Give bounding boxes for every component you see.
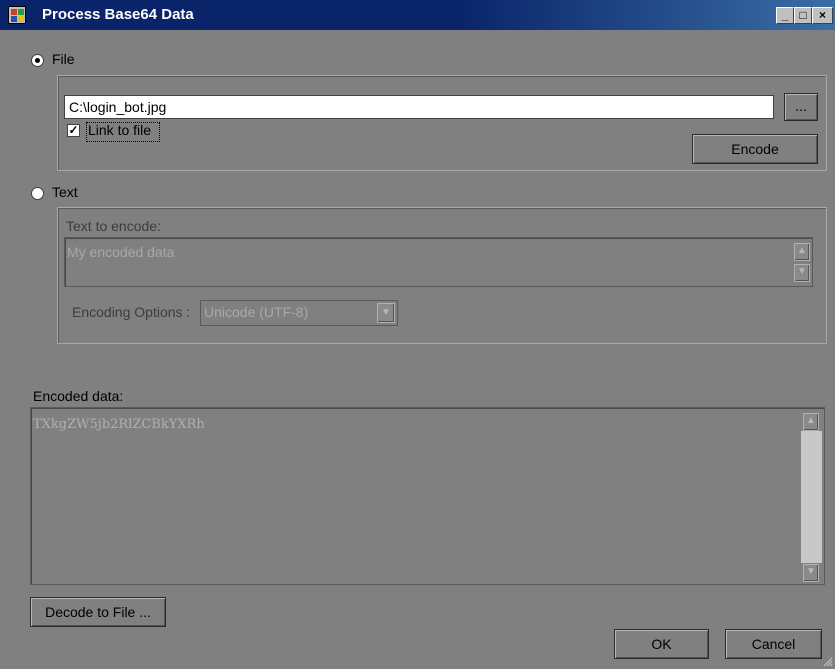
file-radio-label[interactable]: File [52,51,75,67]
title-bar[interactable]: Process Base64 Data _ □ × [0,0,835,30]
text-radio-label[interactable]: Text [52,184,78,200]
encoded-data-value: TXkgZW5jb2RlZCBkYXRh [33,417,205,432]
cancel-button[interactable]: Cancel [725,629,822,659]
encoded-data-output[interactable]: TXkgZW5jb2RlZCBkYXRh [30,407,825,585]
chevron-down-icon: ▼ [381,307,391,318]
window-title: Process Base64 Data [42,6,194,23]
app-icon [8,6,26,24]
process-base64-dialog: Process Base64 Data _ □ × File C:\login_… [0,0,835,669]
decode-to-file-button[interactable]: Decode to File ... [30,597,166,627]
maximize-icon: □ [799,8,807,22]
scroll-up-icon: ▲ [797,245,807,256]
close-icon: × [818,8,826,22]
file-path-input[interactable]: C:\login_bot.jpg [64,95,774,119]
scroll-up-icon: ▲ [806,415,816,426]
minimize-icon: _ [781,8,789,22]
encoding-options-label: Encoding Options : [72,304,191,320]
text-to-encode-label: Text to encode: [66,218,161,234]
close-button[interactable]: × [812,7,833,24]
ok-button[interactable]: OK [614,629,709,659]
scroll-down-icon: ▼ [806,566,816,577]
text-radio[interactable] [31,187,44,200]
scroll-down-icon: ▼ [797,266,807,277]
encoded-data-label: Encoded data: [33,388,124,404]
link-to-file-checkbox[interactable]: ✓ [67,124,80,137]
encoding-options-select[interactable]: Unicode (UTF-8) [200,300,398,326]
minimize-button[interactable]: _ [776,7,794,24]
text-to-encode-value: My encoded data [67,244,175,260]
text-scroll-up-button[interactable]: ▲ [794,243,810,261]
link-to-file-label[interactable]: Link to file [88,122,151,138]
browse-button[interactable]: ... [784,93,818,121]
encoded-scrollbar-track[interactable] [801,431,822,563]
file-radio[interactable] [31,54,44,67]
encoded-scroll-up-button[interactable]: ▲ [803,413,819,431]
text-to-encode-input[interactable]: My encoded data [64,237,813,287]
resize-grip-icon[interactable] [821,655,833,667]
encoding-options-value: Unicode (UTF-8) [204,304,309,320]
encode-button[interactable]: Encode [692,134,818,164]
text-scroll-down-button[interactable]: ▼ [794,264,810,282]
encoded-scroll-down-button[interactable]: ▼ [803,564,819,582]
maximize-button[interactable]: □ [794,7,812,24]
encoding-dropdown-button[interactable]: ▼ [377,303,395,323]
